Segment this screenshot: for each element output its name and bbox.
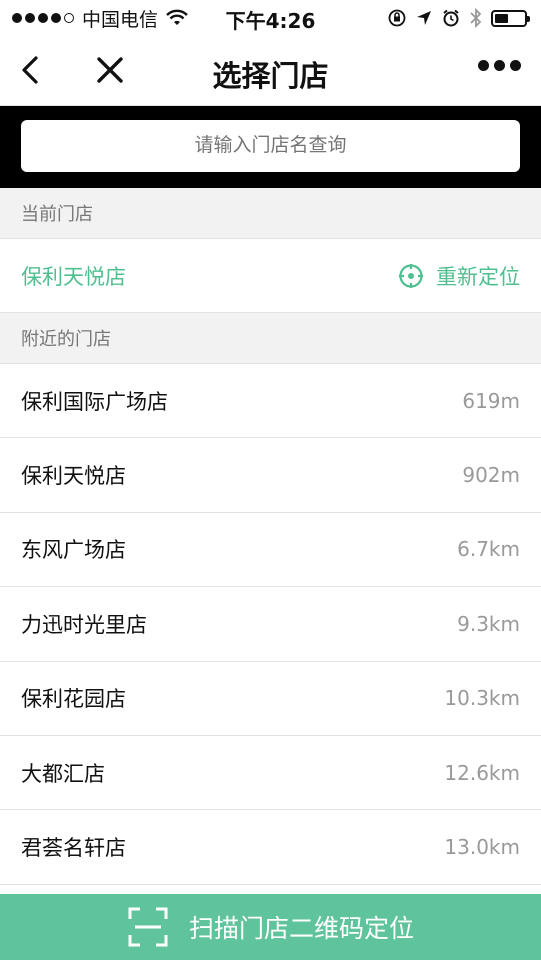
orientation-lock-icon bbox=[388, 9, 406, 27]
store-distance: 10.3km bbox=[444, 686, 520, 711]
signal-strength-icon bbox=[12, 13, 74, 23]
store-list-item[interactable]: 君荟名轩店 13.0km bbox=[0, 810, 541, 885]
status-bar: 中国电信 下午4:26 bbox=[0, 0, 541, 36]
status-time: 下午4:26 bbox=[225, 9, 316, 33]
alarm-icon bbox=[443, 9, 459, 27]
store-name: 东风广场店 bbox=[21, 538, 126, 563]
nav-bar: 选择门店 bbox=[0, 36, 541, 106]
locate-crosshair-icon bbox=[399, 263, 423, 288]
store-list-item[interactable]: 保利花园店 10.3km bbox=[0, 662, 541, 736]
store-list-item[interactable]: 大都汇店 12.6km bbox=[0, 736, 541, 811]
scan-qr-label: 扫描门店二维码定位 bbox=[188, 914, 414, 943]
relocate-button[interactable]: 重新定位 bbox=[398, 261, 520, 291]
store-name: 保利国际广场店 bbox=[21, 389, 168, 414]
store-name: 力迅时光里店 bbox=[21, 612, 147, 637]
carrier-label: 中国电信 bbox=[82, 8, 159, 31]
relocate-label: 重新定位 bbox=[436, 264, 520, 289]
store-list-item[interactable]: 保利天悦店 902m bbox=[0, 438, 541, 513]
status-left: 中国电信 bbox=[12, 5, 188, 32]
current-store-header: 当前门店 bbox=[0, 188, 541, 239]
store-distance: 902m bbox=[462, 463, 520, 488]
nearby-stores-header: 附近的门店 bbox=[0, 313, 541, 364]
wifi-icon bbox=[166, 9, 188, 25]
store-list-item[interactable]: 东风广场店 6.7km bbox=[0, 513, 541, 588]
scan-qr-button[interactable]: 扫描门店二维码定位 bbox=[0, 894, 541, 960]
store-name: 保利花园店 bbox=[21, 687, 126, 712]
store-distance: 13.0km bbox=[444, 835, 520, 860]
more-icon[interactable] bbox=[478, 60, 521, 71]
bluetooth-icon bbox=[470, 7, 482, 29]
store-distance: 619m bbox=[462, 388, 520, 413]
page-title: 选择门店 bbox=[212, 59, 329, 93]
location-arrow-icon bbox=[417, 11, 431, 25]
nearby-store-list: 保利国际广场店 619m 保利天悦店 902m 东风广场店 6.7km 力迅时光… bbox=[0, 364, 541, 885]
battery-icon bbox=[491, 9, 530, 27]
store-name: 君荟名轩店 bbox=[21, 836, 126, 861]
store-name: 保利天悦店 bbox=[21, 464, 126, 489]
store-list-item[interactable]: 保利国际广场店 619m bbox=[0, 364, 541, 439]
store-distance: 12.6km bbox=[444, 760, 520, 785]
store-name: 大都汇店 bbox=[21, 761, 105, 786]
store-list-item[interactable]: 力迅时光里店 9.3km bbox=[0, 587, 541, 662]
store-distance: 6.7km bbox=[457, 537, 520, 562]
store-distance: 9.3km bbox=[457, 611, 520, 636]
current-store-name: 保利天悦店 bbox=[21, 264, 126, 289]
scan-frame-icon bbox=[128, 907, 168, 947]
search-input[interactable] bbox=[21, 120, 520, 172]
current-store-row: 保利天悦店 重新定位 bbox=[0, 239, 541, 313]
status-right bbox=[387, 7, 530, 29]
search-area bbox=[0, 106, 541, 188]
